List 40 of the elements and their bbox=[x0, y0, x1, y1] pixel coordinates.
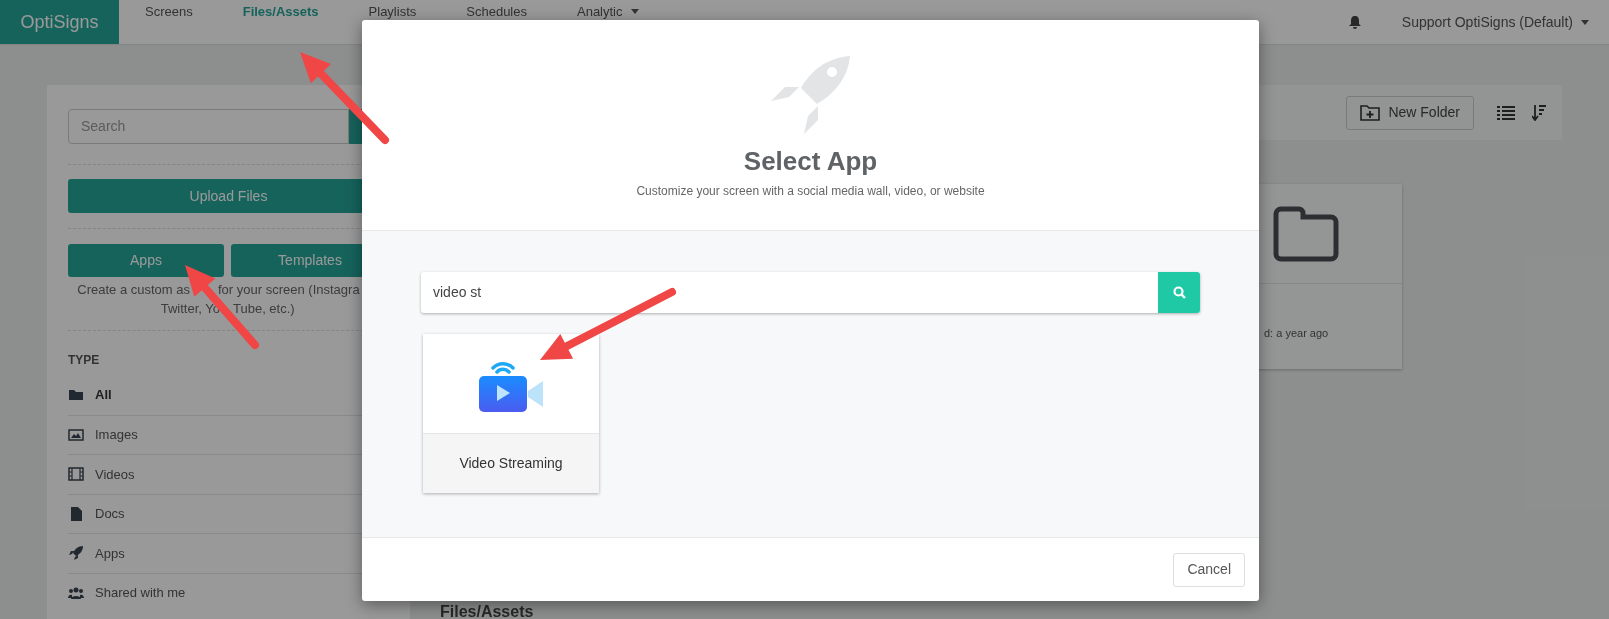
rocket-icon bbox=[68, 545, 84, 562]
type-heading: TYPE bbox=[68, 352, 101, 369]
bell-icon[interactable] bbox=[1347, 14, 1362, 30]
type-filter[interactable]: Apps bbox=[68, 543, 125, 563]
nav-link[interactable]: Schedules bbox=[466, 4, 527, 19]
folder-plus-icon bbox=[1360, 104, 1381, 121]
rocket-icon bbox=[770, 56, 851, 134]
nav-link[interactable]: Screens bbox=[145, 4, 193, 19]
list-view-icon[interactable] bbox=[1497, 105, 1515, 120]
cancel-button[interactable]: Cancel bbox=[1173, 552, 1245, 587]
app-name: Video Streaming bbox=[459, 454, 563, 473]
image-icon bbox=[68, 426, 84, 443]
type-filter[interactable]: Videos bbox=[68, 464, 135, 484]
caret-icon bbox=[630, 9, 639, 14]
type-filter[interactable]: Docs bbox=[68, 504, 125, 524]
film-icon bbox=[68, 466, 84, 483]
type-filter[interactable]: Shared with me bbox=[68, 583, 186, 603]
dialog-subtitle: Customize your screen with a social media wall, video, or website bbox=[636, 183, 985, 200]
caret-icon bbox=[1581, 19, 1589, 25]
apps-button[interactable]: Apps bbox=[68, 244, 224, 277]
nav-link[interactable]: Analytic bbox=[577, 4, 639, 19]
nav-link[interactable]: Files/Assets bbox=[242, 4, 319, 19]
modified-date: d: a year ago bbox=[1264, 325, 1329, 341]
app-card[interactable]: Video Streaming bbox=[423, 334, 599, 493]
new-folder-button[interactable]: New Folder bbox=[1346, 95, 1474, 130]
brand-logo[interactable]: OptiSigns bbox=[0, 0, 119, 44]
dialog-title: Select App bbox=[743, 146, 878, 176]
page-heading: Files/Assets bbox=[440, 604, 535, 619]
document-icon bbox=[68, 505, 84, 522]
account-menu[interactable]: Support OptiSigns (Default) bbox=[1401, 11, 1589, 33]
description-text: Create a custom as bbox=[76, 281, 190, 299]
description-text: for your screen (Instagra bbox=[218, 281, 360, 299]
search-field[interactable]: Search bbox=[68, 109, 349, 144]
folder-icon bbox=[1273, 205, 1339, 262]
type-filter[interactable]: All bbox=[68, 385, 112, 405]
sort-icon[interactable] bbox=[1532, 104, 1546, 121]
search-icon bbox=[1172, 286, 1186, 299]
description-text: Tube, etc.) bbox=[233, 300, 295, 318]
type-filter[interactable]: Images bbox=[68, 425, 138, 445]
nav-link[interactable]: Playlists bbox=[368, 4, 417, 19]
